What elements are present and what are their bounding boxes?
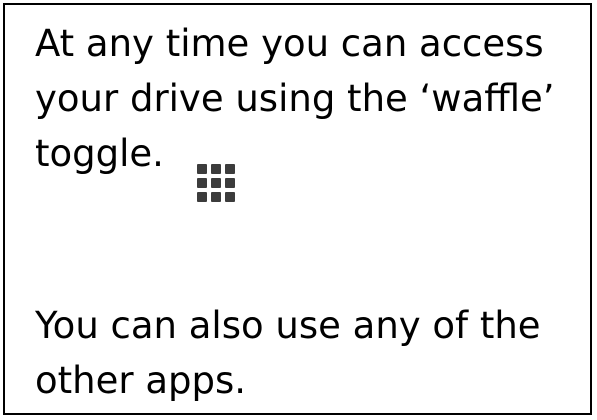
waffle-dot: [225, 178, 235, 188]
line-1: At any time you can access: [35, 22, 544, 65]
waffle-icon: [195, 162, 237, 204]
waffle-dot: [211, 178, 221, 188]
line-4: You can also use any of the: [35, 304, 541, 347]
waffle-dot: [197, 192, 207, 202]
waffle-dot: [197, 178, 207, 188]
line-3: toggle.: [35, 132, 164, 175]
waffle-dot: [225, 164, 235, 174]
waffle-dot: [211, 164, 221, 174]
text-panel: At any time you can access your drive us…: [3, 3, 592, 415]
line-2: your drive using the ‘waffle’: [35, 77, 555, 120]
line-5: other apps.: [35, 359, 247, 402]
waffle-dot: [197, 164, 207, 174]
waffle-dot: [211, 192, 221, 202]
apps-paragraph: You can also use any of the other apps.: [35, 298, 541, 408]
instruction-paragraph: At any time you can access your drive us…: [35, 16, 555, 181]
waffle-dot: [225, 192, 235, 202]
